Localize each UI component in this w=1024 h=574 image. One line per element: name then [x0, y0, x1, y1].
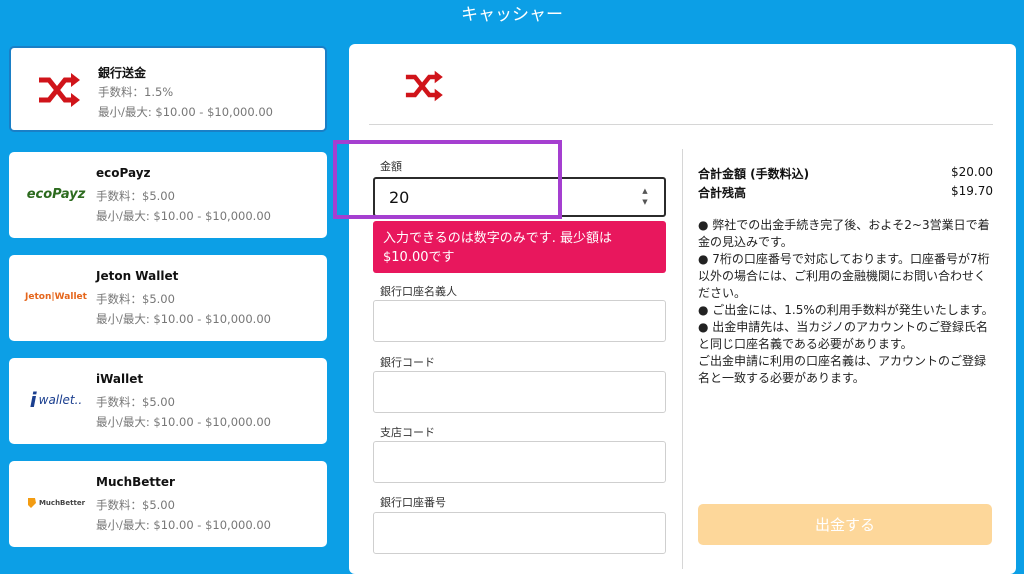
panel-divider: [369, 124, 993, 125]
iwallet-logo: i wallet..: [29, 388, 83, 412]
column-divider: [682, 149, 683, 569]
total-balance-label: 合計残高: [698, 186, 747, 200]
method-fee: 手数料：1.5%: [98, 85, 174, 99]
bank-code-input[interactable]: [373, 371, 666, 413]
total-amount-row: 合計金額 (手数料込) $20.00: [698, 165, 993, 182]
method-ecopayz[interactable]: ecoPayz ecoPayz 手数料：$5.00 最小/最大: $10.00 …: [9, 152, 327, 238]
bank-transfer-icon: [401, 68, 445, 104]
method-range: 最小/最大: $10.00 - $10,000.00: [96, 415, 271, 429]
method-muchbetter[interactable]: MuchBetter MuchBetter 手数料：$5.00 最小/最大: $…: [9, 461, 327, 547]
withdrawal-notes: ● 弊社での出金手続き完了後、およそ2~3営業日で着金の見込みです。 ● 7桁の…: [698, 217, 996, 387]
total-balance-row: 合計残高 $19.70: [698, 184, 993, 201]
branch-code-input[interactable]: [373, 441, 666, 483]
account-number-input[interactable]: [373, 512, 666, 554]
total-balance-value: $19.70: [951, 184, 993, 198]
withdraw-button[interactable]: 出金する: [698, 504, 992, 545]
method-bank-transfer[interactable]: 銀行送金 手数料：1.5% 最小/最大: $10.00 - $10,000.00: [9, 46, 327, 132]
method-range: 最小/最大: $10.00 - $10,000.00: [96, 312, 271, 326]
amount-error-message: 入力できるのは数字のみです. 最少額は $10.00です: [373, 221, 666, 273]
account-holder-label: 銀行口座名義人: [380, 285, 457, 298]
note-item: ご出金申請に利用の口座名義は、アカウントのご登録名と一致する必要があります。: [698, 354, 987, 385]
stepper-down-icon[interactable]: ▼: [639, 197, 651, 208]
cashier-title: キャッシャー: [461, 5, 563, 25]
method-iwallet[interactable]: i wallet.. iWallet 手数料：$5.00 最小/最大: $10.…: [9, 358, 327, 444]
method-name: ecoPayz: [96, 166, 151, 180]
method-fee: 手数料：$5.00: [96, 189, 175, 203]
total-amount-label: 合計金額 (手数料込): [698, 167, 810, 181]
branch-code-label: 支店コード: [380, 426, 435, 439]
ecopayz-logo: ecoPayz: [26, 186, 86, 202]
withdrawal-panel: 金額 ▲ ▼ 入力できるのは数字のみです. 最少額は $10.00です 銀行口座…: [349, 44, 1016, 574]
method-name: iWallet: [96, 372, 144, 386]
method-fee: 手数料：$5.00: [96, 498, 175, 512]
method-fee: 手数料：$5.00: [96, 292, 175, 306]
total-amount-value: $20.00: [951, 165, 993, 179]
note-item: ● 弊社での出金手続き完了後、およそ2~3営業日で着金の見込みです。: [698, 218, 990, 249]
note-item: ● 7桁の口座番号で対応しております。口座番号が7桁以外の場合には、ご利用の金融…: [698, 252, 990, 300]
stepper-up-icon[interactable]: ▲: [639, 186, 651, 197]
amount-stepper[interactable]: ▲ ▼: [639, 186, 651, 208]
cashier-header: キャッシャー: [0, 0, 1024, 32]
method-jeton-wallet[interactable]: Jeton|Wallet Jeton Wallet 手数料：$5.00 最小/最…: [9, 255, 327, 341]
method-range: 最小/最大: $10.00 - $10,000.00: [96, 518, 271, 532]
note-item: ● ご出金には、1.5%の利用手数料が発生いたします。: [698, 303, 994, 317]
jeton-wallet-logo: Jeton|Wallet: [25, 292, 87, 302]
method-name: MuchBetter: [96, 475, 175, 489]
account-holder-input[interactable]: [373, 300, 666, 342]
amount-highlight-box: [333, 140, 562, 219]
method-range: 最小/最大: $10.00 - $10,000.00: [96, 209, 271, 223]
method-name: 銀行送金: [98, 66, 147, 80]
note-item: ● 出金申請先は、当カジノのアカウントのご登録氏名と同じ口座名義である必要があり…: [698, 320, 989, 351]
method-range: 最小/最大: $10.00 - $10,000.00: [98, 105, 273, 119]
bank-code-label: 銀行コード: [380, 356, 435, 369]
muchbetter-logo: MuchBetter: [17, 479, 95, 527]
method-name: Jeton Wallet: [96, 269, 179, 283]
bank-transfer-icon: [19, 66, 97, 114]
method-fee: 手数料：$5.00: [96, 395, 175, 409]
account-number-label: 銀行口座番号: [380, 496, 446, 509]
